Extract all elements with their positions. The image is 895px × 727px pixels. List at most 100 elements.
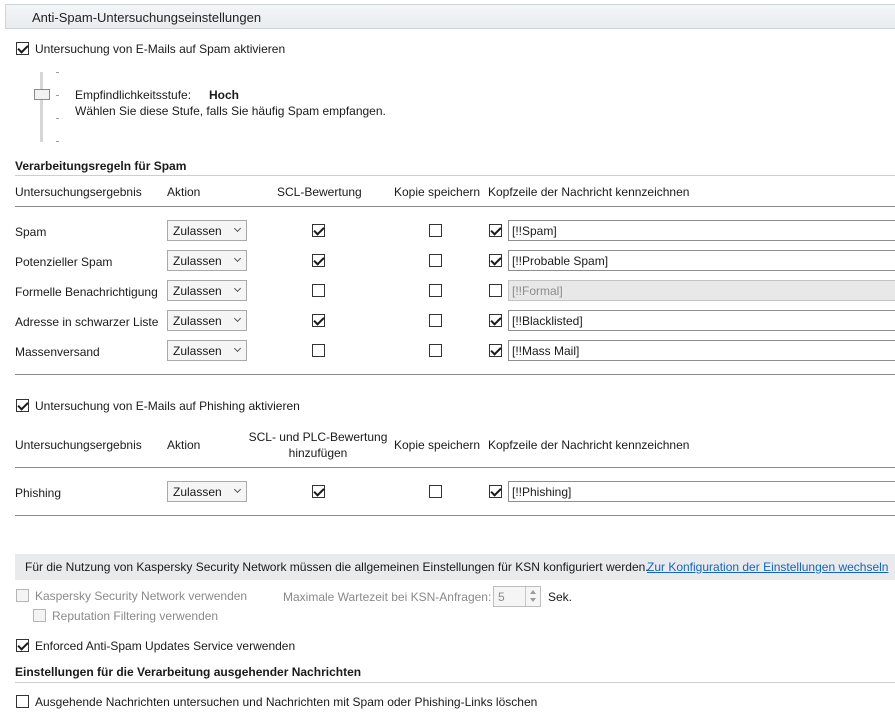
slider-tick [56, 141, 59, 142]
chevron-down-icon [233, 485, 242, 494]
phishing-col-scl-header-line2: hinzufügen [288, 446, 348, 460]
tag-input-formal: [!!Formal] [508, 280, 895, 301]
action-select-spam[interactable]: Zulassen [167, 220, 247, 241]
col-scl-header: SCL-Bewertung [277, 185, 362, 199]
divider [15, 682, 895, 683]
sensitivity-label: Empfindlichkeitsstufe: [75, 88, 192, 102]
tag-input-value: [!!Probable Spam] [512, 254, 609, 268]
chevron-down-icon [233, 284, 242, 293]
mark-checkbox-blacklisted[interactable] [489, 314, 502, 327]
mark-checkbox-probable-spam[interactable] [489, 254, 502, 267]
ksn-notice-text: Für die Nutzung von Kaspersky Security N… [25, 560, 649, 574]
slider-tick [56, 95, 59, 96]
chevron-down-icon [233, 314, 242, 323]
action-select-phishing[interactable]: Zulassen [167, 481, 247, 502]
mark-checkbox-phishing[interactable] [489, 485, 502, 498]
mark-checkbox-mass-mail[interactable] [489, 344, 502, 357]
phishing-col-copy-header: Kopie speichern [394, 438, 481, 452]
col-action-header: Aktion [167, 185, 201, 199]
action-select-value: Zulassen [173, 485, 222, 499]
tag-input-value: [!!Blacklisted] [512, 314, 583, 328]
phishing-col-header-mark-header: Kopfzeile der Nachricht kennzeichnen [488, 438, 690, 452]
action-select-value: Zulassen [173, 284, 222, 298]
sensitivity-value: Hoch [209, 88, 239, 102]
section-header-title: Anti-Spam-Untersuchungseinstellungen [32, 10, 262, 25]
copy-checkbox-phishing[interactable] [429, 485, 442, 498]
tag-input-value: [!!Spam] [512, 224, 557, 238]
scl-checkbox-mass-mail[interactable] [312, 344, 325, 357]
col-copy-header: Kopie speichern [394, 185, 481, 199]
phishing-col-result-header: Untersuchungsergebnis [15, 438, 142, 452]
enable-spam-scan-label: Untersuchung von E-Mails auf Spam aktivi… [35, 42, 286, 56]
enable-spam-scan-checkbox[interactable] [16, 42, 29, 55]
row-result-mass-mail: Massenversand [15, 345, 100, 359]
action-select-value: Zulassen [173, 254, 222, 268]
action-select-probable-spam[interactable]: Zulassen [167, 250, 247, 271]
tag-input-probable-spam[interactable]: [!!Probable Spam] [508, 250, 895, 271]
phishing-bottom-divider [15, 515, 895, 516]
phishing-col-action-header: Aktion [167, 438, 201, 452]
sensitivity-slider-track[interactable] [40, 72, 43, 142]
table-bottom-divider [15, 374, 895, 375]
copy-checkbox-mass-mail[interactable] [429, 344, 442, 357]
chevron-up-icon[interactable] [530, 590, 536, 594]
tag-input-value: [!!Formal] [512, 284, 563, 298]
ksn-wait-label: Maximale Wartezeit bei KSN-Anfragen: [283, 590, 492, 604]
outgoing-section-title: Einstellungen für die Verarbeitung ausge… [15, 665, 362, 679]
slider-tick [56, 72, 59, 73]
use-ksn-label: Kaspersky Security Network verwenden [35, 589, 248, 603]
tag-input-mass-mail[interactable]: [!!Mass Mail] [508, 340, 895, 361]
ksn-wait-unit: Sek. [548, 590, 573, 604]
sensitivity-slider-thumb[interactable] [34, 89, 50, 100]
row-result-phishing: Phishing [15, 486, 62, 500]
copy-checkbox-blacklisted[interactable] [429, 314, 442, 327]
tag-input-phishing[interactable]: [!!Phishing] [508, 481, 895, 502]
tag-input-value: [!!Mass Mail] [512, 344, 580, 358]
action-select-formal[interactable]: Zulassen [167, 280, 247, 301]
enable-phishing-scan-label: Untersuchung von E-Mails auf Phishing ak… [35, 399, 300, 413]
sensitivity-hint: Wählen Sie diese Stufe, falls Sie häufig… [75, 104, 386, 118]
chevron-down-icon[interactable] [530, 598, 536, 602]
ksn-notice-bar: Für die Nutzung von Kaspersky Security N… [15, 554, 895, 580]
table-header-divider [15, 206, 895, 207]
ksn-wait-value: 5 [498, 590, 505, 604]
copy-checkbox-spam[interactable] [429, 224, 442, 237]
copy-checkbox-formal[interactable] [429, 284, 442, 297]
section-header: Anti-Spam-Untersuchungseinstellungen [5, 4, 895, 29]
use-ksn-checkbox[interactable] [16, 589, 29, 602]
scl-checkbox-formal[interactable] [312, 284, 325, 297]
scl-checkbox-blacklisted[interactable] [312, 314, 325, 327]
enforced-updates-checkbox[interactable] [16, 639, 29, 652]
ksn-config-link[interactable]: Zur Konfiguration der Einstellungen wech… [647, 560, 888, 574]
mark-checkbox-formal[interactable] [489, 284, 502, 297]
chevron-down-icon [233, 224, 242, 233]
enable-phishing-scan-checkbox[interactable] [16, 399, 29, 412]
divider [15, 175, 895, 176]
mark-checkbox-spam[interactable] [489, 224, 502, 237]
col-header-mark-header: Kopfzeile der Nachricht kennzeichnen [488, 185, 690, 199]
outgoing-scan-checkbox[interactable] [16, 695, 29, 708]
chevron-down-icon [233, 344, 242, 353]
row-result-blacklisted: Adresse in schwarzer Liste [15, 315, 159, 329]
copy-checkbox-probable-spam[interactable] [429, 254, 442, 267]
action-select-mass-mail[interactable]: Zulassen [167, 340, 247, 361]
action-select-blacklisted[interactable]: Zulassen [167, 310, 247, 331]
stepper-buttons[interactable] [525, 587, 540, 606]
action-select-value: Zulassen [173, 224, 222, 238]
row-result-probable-spam: Potenzieller Spam [15, 255, 113, 269]
chevron-down-icon [233, 254, 242, 263]
scl-checkbox-spam[interactable] [312, 224, 325, 237]
spam-rules-title: Verarbeitungsregeln für Spam [15, 159, 187, 173]
phishing-col-scl-header-line1: SCL- und PLC-Bewertung [248, 430, 388, 444]
phishing-header-divider [15, 467, 895, 468]
reputation-filtering-checkbox[interactable] [33, 609, 46, 622]
ksn-wait-stepper[interactable]: 5 [493, 586, 541, 607]
enforced-updates-label: Enforced Anti-Spam Updates Service verwe… [35, 639, 296, 653]
tag-input-value: [!!Phishing] [512, 485, 572, 499]
scl-checkbox-probable-spam[interactable] [312, 254, 325, 267]
tag-input-blacklisted[interactable]: [!!Blacklisted] [508, 310, 895, 331]
reputation-filtering-label: Reputation Filtering verwenden [52, 609, 219, 623]
scl-checkbox-phishing[interactable] [312, 485, 325, 498]
action-select-value: Zulassen [173, 314, 222, 328]
tag-input-spam[interactable]: [!!Spam] [508, 220, 895, 241]
